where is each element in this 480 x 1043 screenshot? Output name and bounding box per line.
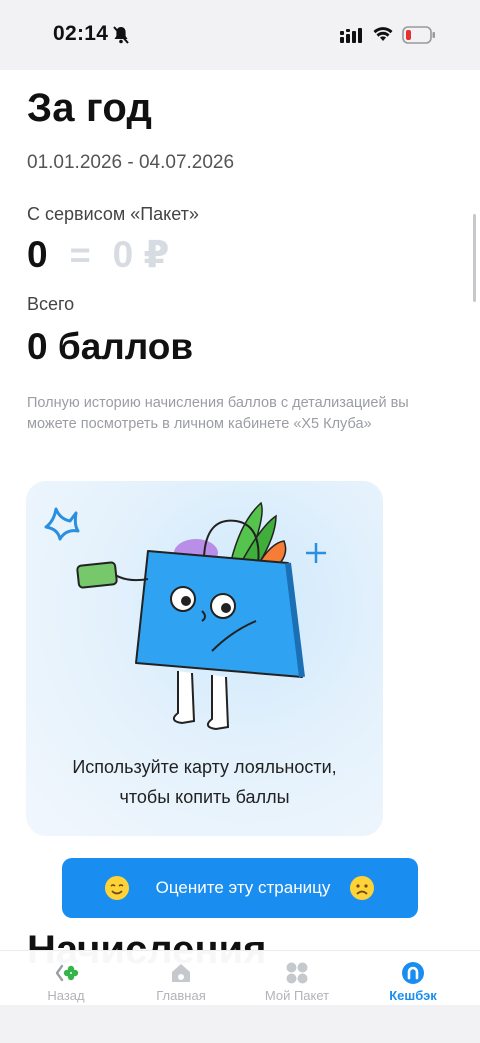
sad-face-icon <box>350 876 374 900</box>
promo-text-line1: Используйте карту лояльности, <box>72 757 337 777</box>
date-range: 01.01.2026 - 04.07.2026 <box>27 152 235 173</box>
signal-icon <box>340 28 362 43</box>
nav-my-packet[interactable]: Мой Пакет <box>237 951 357 1005</box>
nav-back-label: Назад <box>47 988 85 1003</box>
scrollbar[interactable] <box>473 214 476 302</box>
wifi-icon <box>373 27 393 41</box>
paket-points-row: 0 = 0 ₽ <box>27 233 169 276</box>
loyalty-promo-card: Используйте карту лояльности, чтобы копи… <box>26 481 383 836</box>
paket-points-value: 0 <box>27 233 48 275</box>
equals-sign: = <box>69 233 91 275</box>
bag-mascot-illustration <box>44 501 326 731</box>
nav-home-label: Главная <box>156 988 206 1003</box>
rate-page-button[interactable]: Оцените эту страницу <box>62 858 418 918</box>
muted-bell-icon <box>113 26 129 44</box>
history-note: Полную историю начисления баллов с детал… <box>27 395 409 432</box>
promo-text-line2: чтобы копить баллы <box>119 787 290 807</box>
home-icon <box>172 964 190 982</box>
nav-my-packet-label: Мой Пакет <box>264 988 330 1003</box>
total-points-value: 0 баллов <box>27 326 194 367</box>
rate-button-label: Оцените эту страницу <box>155 878 331 897</box>
nav-back[interactable]: Назад <box>6 951 126 1005</box>
nav-home[interactable]: Главная <box>121 951 241 1005</box>
back-logo-icon <box>55 964 79 982</box>
grid-icon <box>286 962 308 984</box>
content-face-icon <box>105 876 129 900</box>
total-label: Всего <box>27 294 75 314</box>
status-bar: 02:14 <box>0 0 480 70</box>
cashback-icon <box>402 962 424 984</box>
nav-cashback-label: Кешбэк <box>389 988 437 1003</box>
status-time: 02:14 <box>53 22 109 45</box>
page-title: За год <box>27 86 153 130</box>
paket-rubles-value: 0 ₽ <box>112 234 170 275</box>
paket-service-label: С сервисом «Пакет» <box>27 204 199 224</box>
battery-icon <box>402 26 435 44</box>
page: 02:14 За год 01.01.2026 - 04.07.2026 С с… <box>0 0 480 1005</box>
bottom-nav: Назад Главная Мой Пакет Кешбэк <box>0 950 480 1005</box>
nav-cashback[interactable]: Кешбэк <box>353 951 473 1005</box>
